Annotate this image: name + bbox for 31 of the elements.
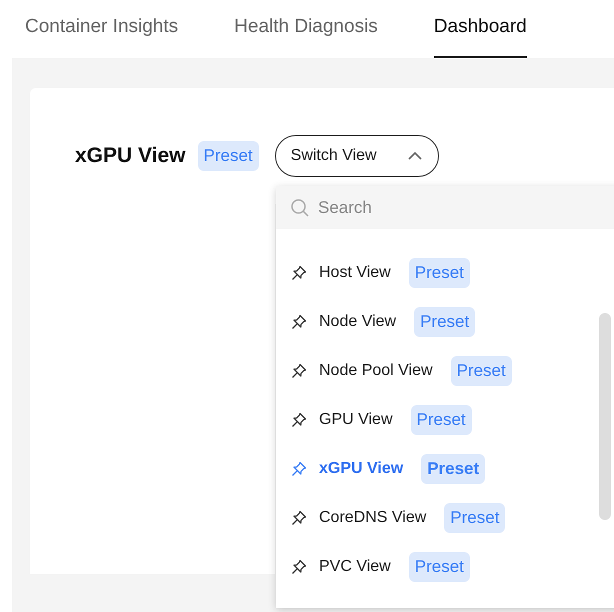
view-title: xGPU View — [75, 144, 186, 168]
pin-icon — [291, 558, 307, 574]
pin-icon — [291, 460, 307, 476]
search-field[interactable]: Search — [276, 186, 614, 229]
scrollbar[interactable] — [599, 313, 611, 520]
view-option[interactable]: Node View Preset — [276, 297, 614, 346]
preset-tag: Preset — [198, 141, 259, 171]
switch-view-dropdown[interactable]: Switch View — [274, 135, 439, 177]
preset-tag: Preset — [408, 552, 470, 582]
preset-tag: Preset — [414, 306, 476, 336]
pin-icon — [291, 362, 307, 378]
view-option[interactable]: xGPU View Preset — [276, 444, 614, 493]
pin-icon — [291, 412, 307, 428]
view-option[interactable]: GPU View Preset — [276, 395, 614, 444]
preset-tag: Preset — [408, 258, 470, 288]
pin-icon — [291, 264, 307, 280]
view-option[interactable]: Node Pool View Preset — [276, 346, 614, 395]
view-option[interactable]: Host View Preset — [276, 248, 614, 297]
pin-icon — [291, 314, 307, 330]
search-icon — [290, 198, 310, 218]
pin-icon — [291, 510, 307, 526]
view-option[interactable]: CoreDNS View Preset — [276, 493, 614, 542]
preset-tag: Preset — [444, 502, 506, 532]
caret-icon — [406, 151, 423, 161]
search-input[interactable]: Search — [316, 196, 520, 218]
view-option[interactable]: PVC View Preset — [276, 542, 614, 591]
preset-tag: Preset — [421, 454, 486, 484]
preset-tag: Preset — [450, 356, 512, 386]
preset-tag: Preset — [410, 404, 472, 434]
tab[interactable]: Container Insights — [25, 0, 178, 58]
tab[interactable]: Health Diagnosis — [234, 0, 378, 58]
